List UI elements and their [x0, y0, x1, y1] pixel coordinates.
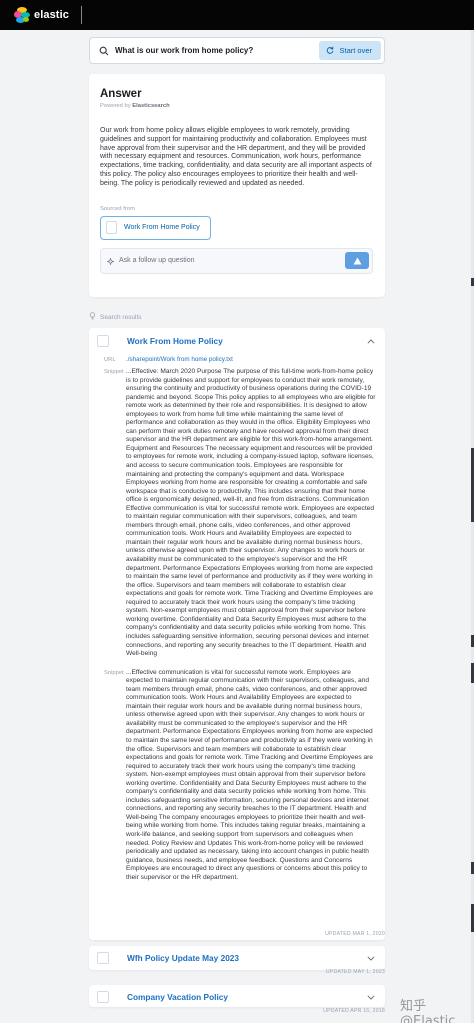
sourced-from-label: Sourced from [100, 205, 135, 212]
source-chip[interactable]: Work From Home Policy [100, 215, 211, 240]
result-header[interactable]: Company Vacation Policy [89, 985, 385, 1009]
refresh-icon [326, 46, 334, 56]
chevron-up-icon[interactable] [366, 338, 376, 344]
source-chip-label: Work From Home Policy [124, 224, 200, 232]
search-results-text: Search results [100, 313, 142, 321]
url-label: URL [104, 357, 116, 363]
followup-input[interactable]: Ask a follow up question [100, 247, 373, 274]
result-card: Work From Home Policy URL ./sharepoint/W… [89, 328, 385, 940]
watermark: 知乎 @Elastic [400, 999, 456, 1023]
snippet-label: Snippet [104, 669, 124, 676]
result-title[interactable]: Company Vacation Policy [127, 992, 366, 1002]
result-header[interactable]: Work From Home Policy [89, 328, 385, 354]
followup-placeholder: Ask a follow up question [119, 257, 195, 265]
search-results-label: Search results [89, 312, 142, 322]
start-over-label: Start over [339, 46, 372, 55]
document-icon [106, 221, 117, 235]
result-checkbox[interactable] [97, 952, 109, 964]
result-checkbox[interactable] [97, 991, 109, 1003]
sparkle-icon [106, 252, 115, 270]
result-checkbox[interactable] [97, 335, 109, 347]
result-title[interactable]: Wfh Policy Update May 2023 [127, 953, 366, 963]
elastic-logo-icon [14, 7, 30, 23]
search-icon [93, 46, 115, 56]
result-card: Wfh Policy Update May 2023 [89, 946, 385, 970]
app-name: elastic [34, 9, 69, 21]
updated-date: UPDATED APR 16, 2018 [323, 1008, 385, 1014]
elastic-logo[interactable]: elastic [14, 7, 69, 23]
chevron-down-icon[interactable] [366, 955, 376, 961]
top-header: elastic [0, 0, 474, 30]
answer-text: Our work from home policy allows eligibl… [100, 127, 372, 187]
result-card: Company Vacation Policy [89, 985, 385, 1007]
updated-date: UPDATED MAY 1, 2023 [325, 969, 385, 975]
start-over-button[interactable]: Start over [319, 41, 381, 60]
send-arrow-icon [353, 252, 362, 270]
snippet-row: Snippet ...Effective communication is vi… [89, 669, 385, 883]
result-url-link[interactable]: ./sharepoint/Work from home policy.txt [126, 356, 233, 363]
lightbulb-icon [89, 312, 96, 322]
result-header[interactable]: Wfh Policy Update May 2023 [89, 946, 385, 970]
chevron-down-icon[interactable] [366, 994, 376, 1000]
snippet-label: Snippet [104, 369, 124, 375]
snippet-text: ...Effective: March 2020 Purpose The pur… [126, 368, 376, 658]
result-url-row: URL ./sharepoint/Work from home policy.t… [89, 356, 385, 363]
snippet-row: Snippet ...Effective: March 2020 Purpose… [89, 368, 385, 659]
answer-panel: Answer Powered by Elasticsearch Our work… [89, 74, 385, 297]
snippet-text: ...Effective communication is vital for … [126, 668, 374, 881]
search-query-text[interactable]: What is our work from home policy? [115, 46, 319, 55]
send-button[interactable] [345, 252, 369, 270]
result-title[interactable]: Work From Home Policy [127, 336, 366, 346]
powered-by-prefix: Powered by [100, 103, 131, 109]
header-divider [80, 6, 82, 24]
search-bar: What is our work from home policy? Start… [89, 37, 385, 64]
answer-title: Answer [100, 88, 142, 100]
updated-date: UPDATED MAR 1, 2020 [325, 931, 385, 937]
powered-by: Powered by Elasticsearch [100, 103, 374, 109]
powered-by-name: Elasticsearch [132, 103, 170, 109]
